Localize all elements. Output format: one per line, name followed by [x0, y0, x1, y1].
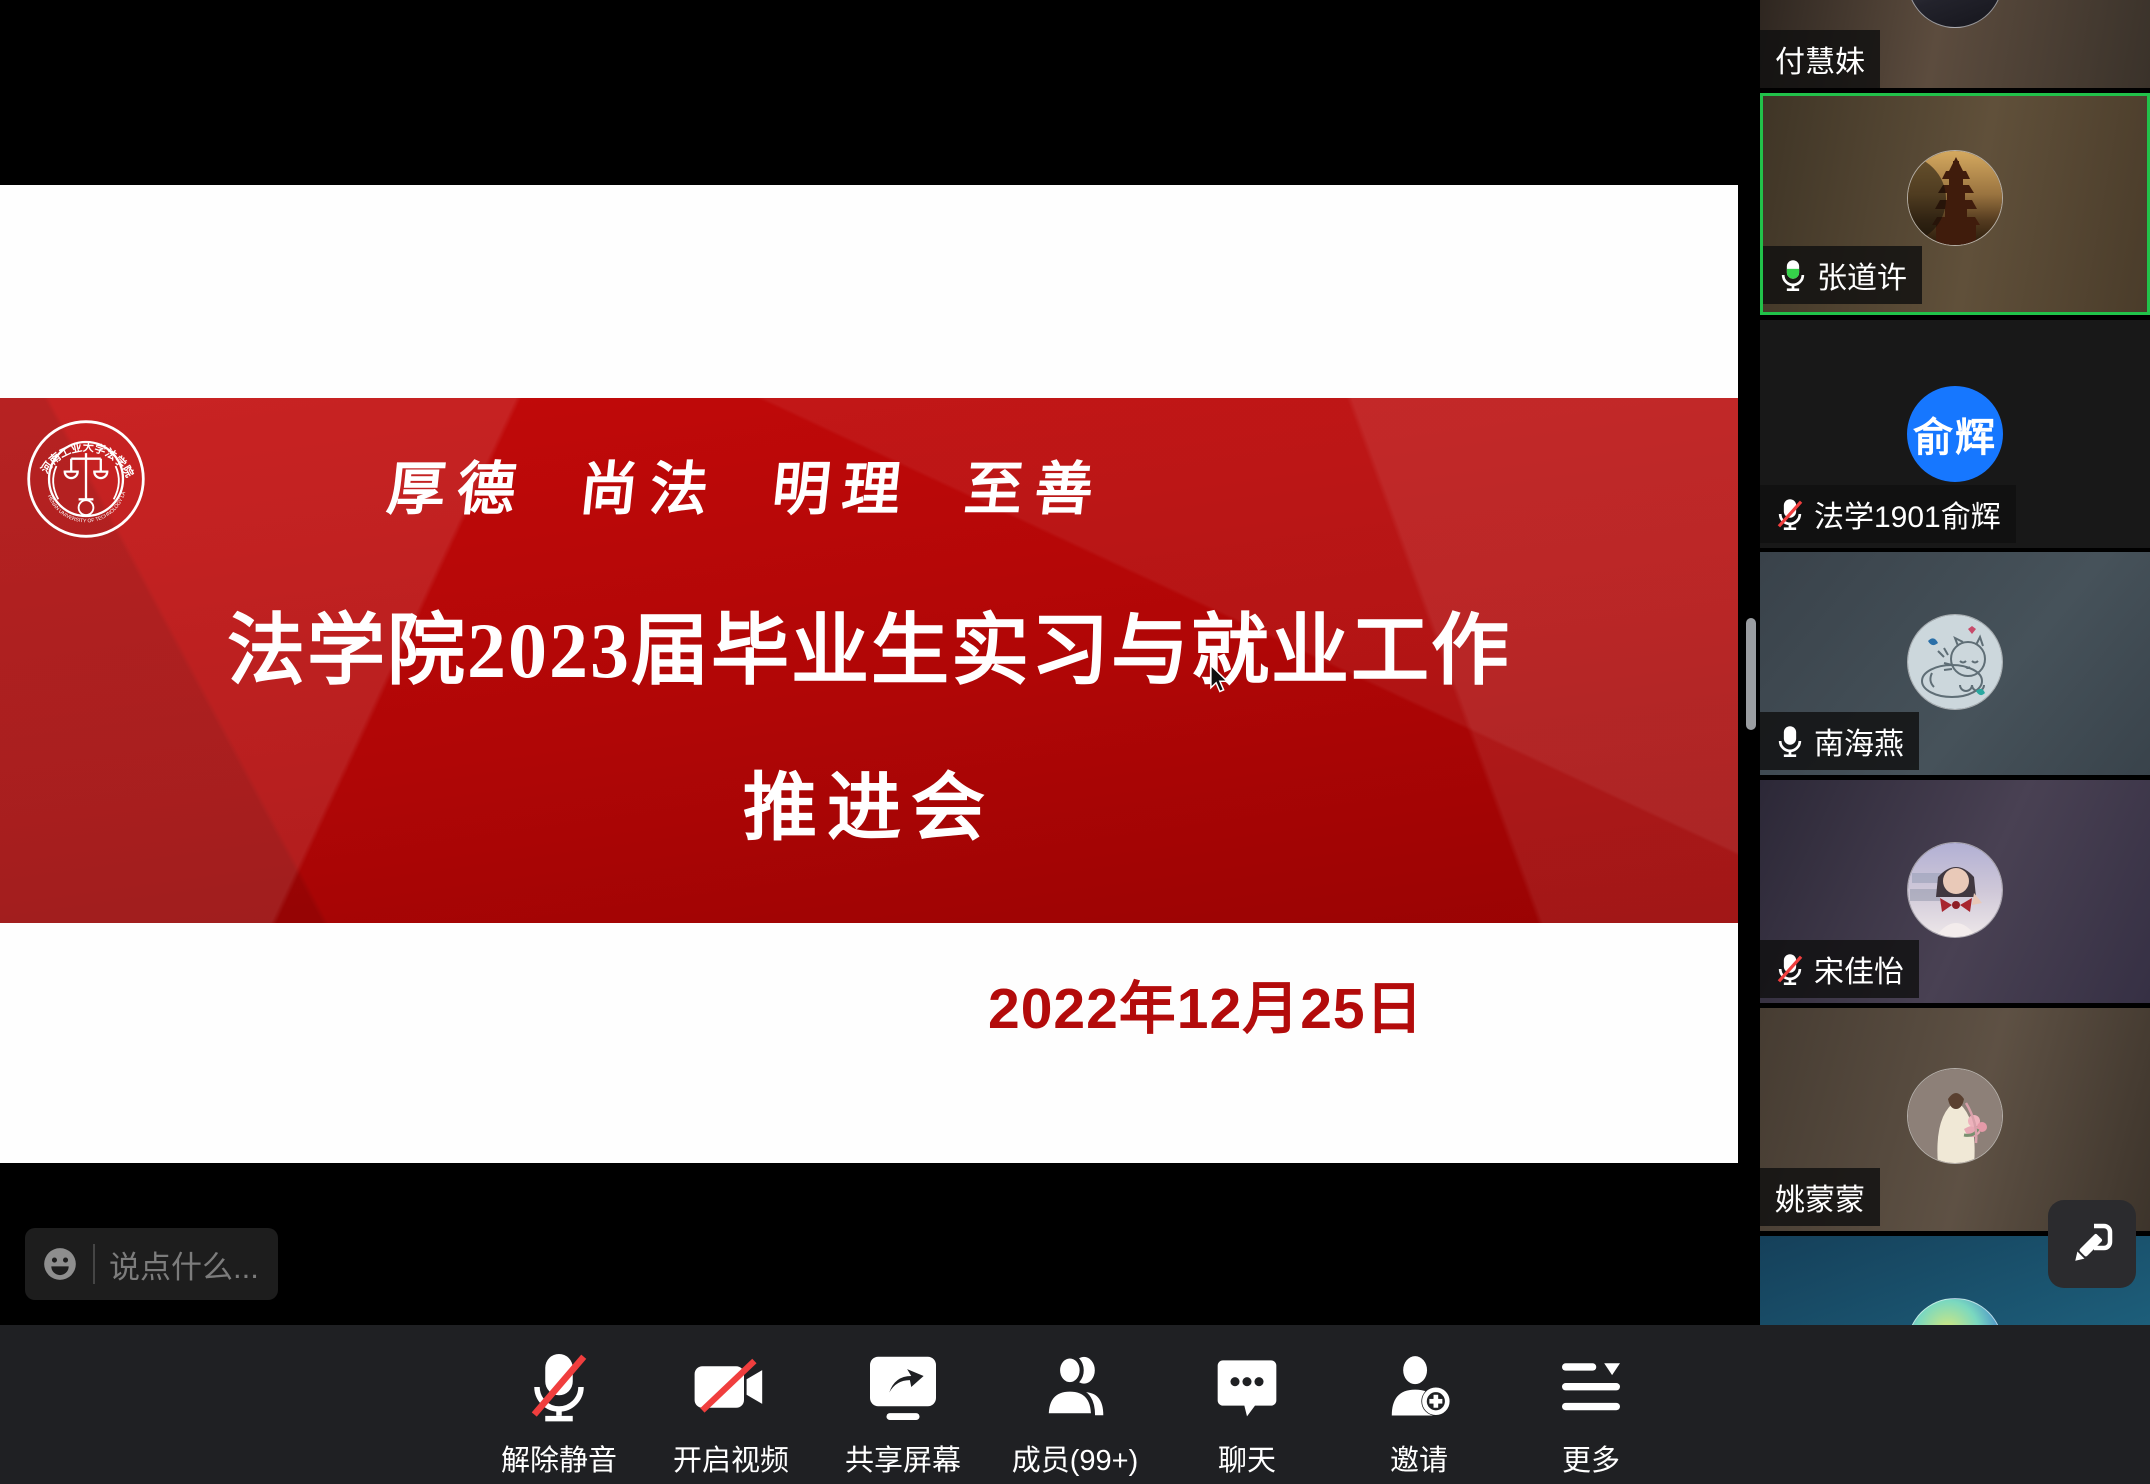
avatar-initials: 俞辉 [1907, 386, 2003, 482]
more-label: 更多 [1562, 1437, 1620, 1479]
main-scrollbar-thumb[interactable] [1746, 618, 1756, 730]
mic-muted-icon [1775, 953, 1805, 985]
participant-name-tag: 张道许 [1763, 246, 1922, 304]
chat-icon [1215, 1355, 1279, 1419]
slide-title-line1: 法学院2023届毕业生实习与就业工作 [0, 588, 1738, 700]
chat-quick-input[interactable]: 说点什么... [25, 1228, 278, 1300]
university-logo: 河南工业大学法学院 HENAN UNIVERSITY OF TECHNOLOGY… [25, 418, 147, 540]
control-toolbar: 解除静音 开启视频 共享屏幕 [0, 1325, 2150, 1484]
participant-name: 法学1901俞辉 [1814, 492, 2001, 536]
invite-button[interactable]: 邀请 [1344, 1347, 1494, 1479]
share-screen-label: 共享屏幕 [845, 1437, 961, 1479]
slide-motto: 厚德 尚法 明理 至善 [384, 442, 953, 526]
participant-tile[interactable]: 付慧妹 [1760, 0, 2150, 88]
mic-on-icon [1778, 259, 1808, 291]
start-video-button[interactable]: 开启视频 [656, 1347, 806, 1479]
participant-name-tag: 付慧妹 [1760, 30, 1880, 88]
divider [93, 1244, 95, 1284]
avatar [1907, 150, 2003, 246]
mouse-cursor [1206, 664, 1232, 694]
chat-label: 聊天 [1218, 1437, 1276, 1479]
camera-off-icon [692, 1354, 770, 1420]
avatar [1907, 1068, 2003, 1164]
mic-muted-icon [1775, 498, 1805, 530]
start-video-label: 开启视频 [673, 1437, 789, 1479]
participant-name-tag: 南海燕 [1760, 712, 1919, 770]
members-icon [1039, 1353, 1111, 1421]
more-button[interactable]: 更多 [1516, 1347, 1666, 1479]
participant-tile[interactable]: 宋佳怡 [1760, 780, 2150, 1003]
avatar [1907, 614, 2003, 710]
globe-avatar-image [1907, 1298, 2003, 1325]
invite-icon [1384, 1353, 1454, 1421]
participant-name: 宋佳怡 [1814, 947, 1904, 991]
meeting-window: 河南工业大学法学院 HENAN UNIVERSITY OF TECHNOLOGY… [0, 0, 2150, 1484]
invite-label: 邀请 [1390, 1437, 1448, 1479]
participant-name: 姚蒙蒙 [1775, 1175, 1865, 1219]
mic-on-icon [1775, 725, 1805, 757]
slide-title-line2: 推进会 [0, 748, 1738, 855]
slide-date: 2022年12月25日 [988, 963, 1424, 1045]
scales-of-justice-glyph [65, 453, 108, 499]
share-screen-button[interactable]: 共享屏幕 [828, 1347, 978, 1479]
avatar [1907, 842, 2003, 938]
participant-name-tag: 宋佳怡 [1760, 940, 1919, 998]
chat-button[interactable]: 聊天 [1172, 1347, 1322, 1479]
unmute-button[interactable]: 解除静音 [484, 1347, 634, 1479]
slide-red-banner: 河南工业大学法学院 HENAN UNIVERSITY OF TECHNOLOGY… [0, 398, 1738, 923]
emoji-icon[interactable] [41, 1245, 79, 1283]
share-screen-icon [867, 1354, 939, 1420]
pencil-icon [2066, 1218, 2118, 1270]
participant-tile[interactable]: 姚蒙蒙 [1760, 1008, 2150, 1231]
mic-muted-icon [526, 1351, 592, 1423]
participant-tile[interactable]: 俞辉 法学1901俞辉 [1760, 320, 2150, 548]
participant-name: 张道许 [1817, 253, 1907, 297]
chat-input-placeholder: 说点什么... [109, 1242, 259, 1287]
more-icon [1559, 1358, 1623, 1416]
members-button[interactable]: 成员(99+) [1000, 1347, 1150, 1479]
participant-tile-active-speaker[interactable]: 张道许 [1760, 93, 2150, 315]
participant-name-tag: 姚蒙蒙 [1760, 1168, 1880, 1226]
girl-avatar-image [1908, 843, 2003, 938]
annotate-button[interactable] [2048, 1200, 2136, 1288]
illustration-avatar-image [1908, 1069, 2003, 1164]
avatar [1907, 0, 2003, 28]
members-label: 成员(99+) [1012, 1437, 1139, 1479]
participant-name: 南海燕 [1814, 719, 1904, 763]
avatar-text: 俞辉 [1913, 405, 1997, 463]
cat-avatar-image [1908, 615, 2003, 710]
shared-screen-slide: 河南工业大学法学院 HENAN UNIVERSITY OF TECHNOLOGY… [0, 185, 1738, 1163]
pagoda-avatar-image [1908, 151, 2003, 246]
participant-name: 付慧妹 [1775, 37, 1865, 81]
participant-tile[interactable]: 南海燕 [1760, 552, 2150, 775]
unmute-label: 解除静音 [501, 1437, 617, 1479]
participant-name-tag: 法学1901俞辉 [1760, 485, 2016, 543]
